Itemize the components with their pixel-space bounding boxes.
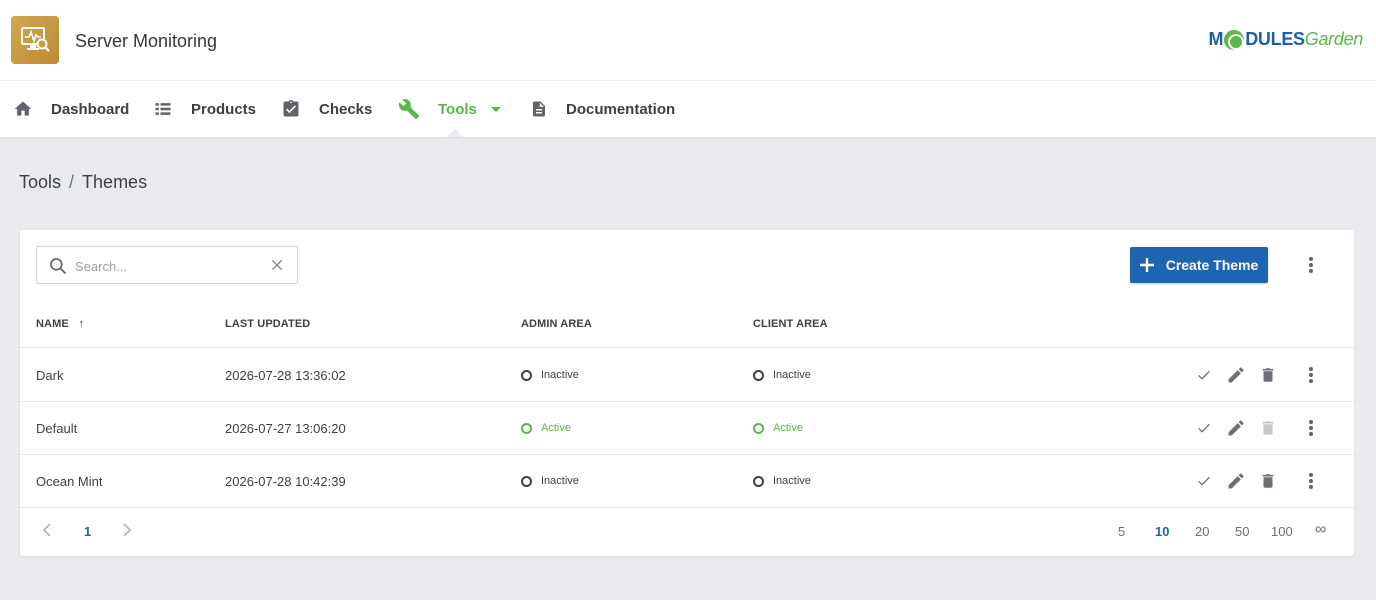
breadcrumb: Tools / Themes (19, 172, 147, 193)
brand-text-right: Garden (1304, 29, 1364, 49)
status-label: Inactive (773, 475, 811, 487)
nav-item-dashboard[interactable]: Dashboard (13, 81, 129, 137)
last-updated: 2026-07-28 10:42:39 (225, 474, 346, 489)
search-input[interactable] (75, 255, 265, 277)
row-more-options-icon[interactable] (1301, 471, 1321, 491)
row-more-options-icon[interactable] (1301, 365, 1321, 385)
status-label: Inactive (773, 369, 811, 381)
more-options-icon[interactable] (1301, 255, 1321, 275)
nav-label: Tools (438, 100, 477, 118)
page-size-option[interactable]: 20 (1195, 524, 1209, 539)
theme-name: Default (36, 421, 78, 436)
row-actions (1194, 470, 1290, 492)
status-label: Inactive (541, 369, 579, 381)
status-label: Active (773, 422, 803, 434)
page-size-option-selected[interactable]: 10 (1155, 524, 1169, 539)
delete-trash-icon-disabled (1258, 417, 1278, 439)
app-title: Server Monitoring (75, 31, 218, 51)
sort-arrow-up-icon[interactable]: ↑ (79, 318, 85, 330)
modulesgarden-logo[interactable]: M DULES Garden (1209, 29, 1363, 50)
wrench-icon (398, 99, 420, 120)
search-icon (50, 258, 67, 275)
theme-name: Ocean Mint (36, 474, 103, 489)
globe-icon (1224, 29, 1245, 50)
status-circle-icon (521, 475, 532, 487)
row-more-options-icon[interactable] (1301, 418, 1321, 438)
nav-label: Products (191, 100, 257, 118)
column-header-name[interactable]: NAME ↑ (36, 318, 84, 330)
themes-card: Create Theme NAME ↑ LAST UPDATED ADMIN AR… (20, 230, 1354, 556)
top-header: Server Monitoring M DULES Garden (0, 0, 1376, 81)
page-size-option-infinity[interactable]: ∞ (1315, 521, 1326, 539)
table-row: Dark 2026-07-28 13:36:02 Inactive Inacti… (20, 349, 1354, 402)
breadcrumb-current: Themes (82, 172, 148, 192)
client-area-status: Active (753, 422, 803, 434)
status-circle-icon (521, 369, 532, 381)
activate-check-icon[interactable] (1194, 364, 1214, 386)
row-actions (1194, 417, 1290, 439)
table-header: NAME ↑ LAST UPDATED ADMIN AREA CLIENT ARE… (20, 308, 1354, 348)
clear-icon[interactable] (269, 257, 285, 273)
last-updated: 2026-07-28 13:36:02 (225, 368, 346, 383)
main-nav: Dashboard Products Checks Tools Document… (0, 81, 1376, 137)
table-row: Default 2026-07-27 13:06:20 Active Activ… (20, 402, 1354, 455)
home-icon (14, 101, 32, 116)
delete-trash-icon[interactable] (1258, 470, 1278, 492)
activate-check-icon[interactable] (1194, 470, 1214, 492)
delete-trash-icon[interactable] (1258, 364, 1278, 386)
list-icon (155, 103, 171, 115)
edit-pencil-icon[interactable] (1226, 364, 1246, 386)
nav-label: Checks (319, 100, 373, 118)
nav-item-documentation[interactable]: Documentation (530, 81, 675, 137)
status-circle-icon (753, 369, 764, 381)
table-row: Ocean Mint 2026-07-28 10:42:39 Inactive … (20, 455, 1354, 508)
status-circle-icon (753, 475, 764, 487)
page-size-option[interactable]: 50 (1235, 524, 1249, 539)
brand-text-mid: DULES (1245, 29, 1305, 49)
nav-active-pointer (447, 129, 463, 137)
nav-label: Documentation (566, 100, 676, 118)
breadcrumb-separator: / (69, 172, 75, 192)
column-header-last-updated[interactable]: LAST UPDATED (225, 318, 310, 330)
last-updated: 2026-07-27 13:06:20 (225, 421, 346, 436)
document-icon (533, 101, 545, 117)
column-header-admin-area[interactable]: ADMIN AREA (521, 318, 592, 330)
create-theme-label: Create Theme (1165, 257, 1259, 273)
theme-name: Dark (36, 368, 64, 383)
column-name-label: NAME (36, 318, 69, 330)
page-number[interactable]: 1 (84, 524, 91, 539)
status-circle-icon (521, 422, 532, 434)
status-label: Active (541, 422, 571, 434)
next-page-chevron-icon[interactable] (122, 523, 132, 540)
chevron-down-icon[interactable] (490, 106, 501, 112)
client-area-status: Inactive (753, 369, 811, 381)
edit-pencil-icon[interactable] (1226, 417, 1246, 439)
edit-pencil-icon[interactable] (1226, 470, 1246, 492)
status-label: Inactive (541, 475, 579, 487)
client-area-status: Inactive (753, 475, 811, 487)
breadcrumb-parent[interactable]: Tools (19, 172, 61, 192)
admin-area-status: Active (521, 422, 571, 434)
page-size-option[interactable]: 5 (1118, 524, 1125, 539)
column-header-client-area[interactable]: CLIENT AREA (753, 318, 828, 330)
nav-item-checks[interactable]: Checks (281, 81, 372, 137)
nav-item-products[interactable]: Products (153, 81, 256, 137)
status-circle-icon (753, 422, 764, 434)
plus-icon (1139, 258, 1154, 272)
clipboard-check-icon (283, 99, 299, 117)
page-size-option[interactable]: 100 (1271, 524, 1293, 539)
create-theme-button[interactable]: Create Theme (1130, 247, 1268, 283)
brand-text-left: M (1208, 29, 1224, 49)
activate-check-icon[interactable] (1194, 417, 1214, 439)
nav-label: Dashboard (51, 100, 130, 118)
prev-page-chevron-icon[interactable] (42, 523, 52, 540)
row-actions (1194, 364, 1290, 386)
pagination: 1 5 10 20 50 100 ∞ (20, 508, 1354, 556)
app-logo-icon[interactable] (11, 16, 59, 64)
search-box (36, 246, 298, 284)
admin-area-status: Inactive (521, 475, 579, 487)
admin-area-status: Inactive (521, 369, 579, 381)
